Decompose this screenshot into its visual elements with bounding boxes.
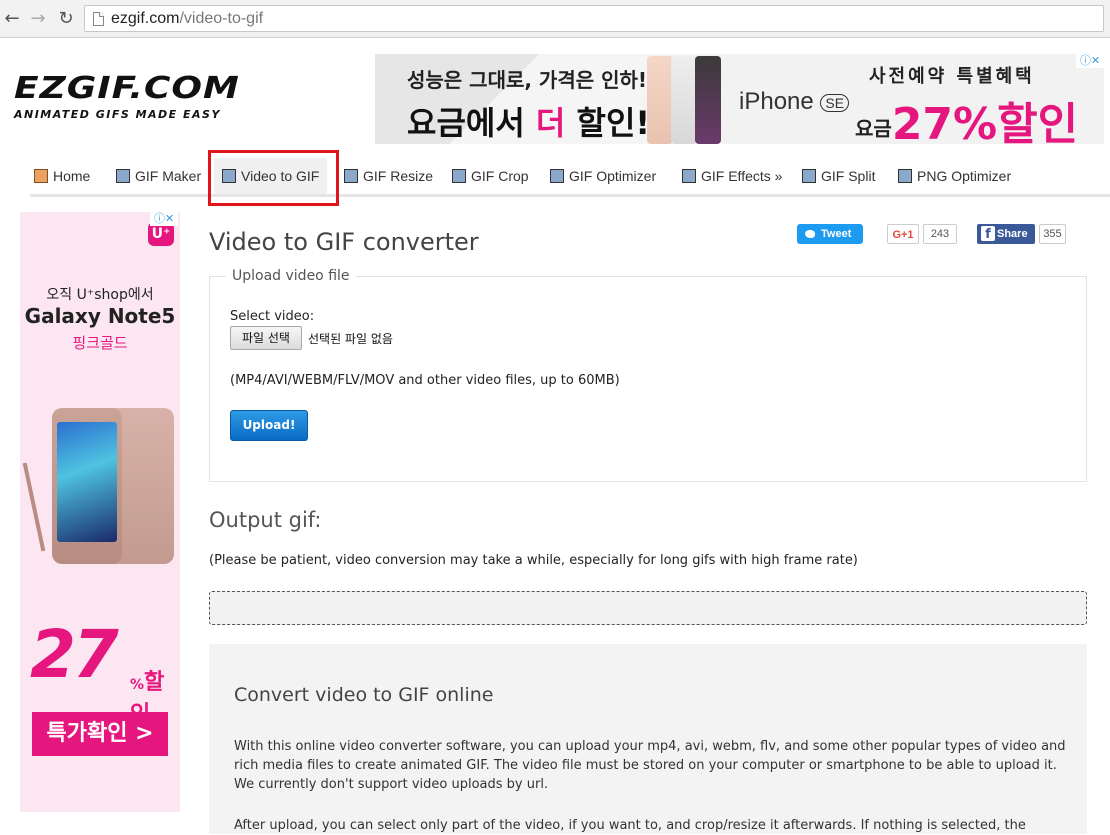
- png-icon: [898, 169, 912, 183]
- ad-promo-title: 사전예약 특별혜택: [869, 66, 1035, 87]
- ad-product: iPhone SE: [739, 88, 850, 116]
- ad-line2-pre: 요금에서: [407, 104, 536, 142]
- left-ad-banner[interactable]: U⁺ 오직 U⁺shop에서 Galaxy Note5 핑크골드 27 %할인 …: [20, 212, 180, 812]
- ad-product-badge: SE: [820, 93, 850, 112]
- ad-promo-number: 27%할인: [891, 99, 1079, 144]
- back-arrow-icon[interactable]: ←: [2, 9, 22, 29]
- browser-toolbar: ← → ↻ ezgif.com/video-to-gif: [0, 0, 1110, 38]
- info-paragraph-2: After upload, you can select only part o…: [234, 818, 1026, 833]
- info-section: Convert video to GIF online With this on…: [209, 644, 1087, 834]
- crop-icon: [452, 169, 466, 183]
- nav-gif-effects-label: GIF Effects »: [701, 168, 783, 184]
- nav-png-optimizer[interactable]: PNG Optimizer: [898, 158, 1011, 194]
- facebook-share-count: 355: [1039, 224, 1066, 244]
- address-bar[interactable]: ezgif.com/video-to-gif: [84, 5, 1104, 32]
- active-tab-highlight: [208, 150, 339, 206]
- forward-arrow-icon[interactable]: →: [28, 9, 48, 29]
- patience-note: (Please be patient, video conversion may…: [209, 553, 858, 568]
- info-title: Convert video to GIF online: [234, 684, 494, 706]
- ad-line2-post: 할인!: [565, 104, 650, 142]
- upload-form: Upload video file Select video: 파일 선택 선택…: [209, 268, 1087, 482]
- main-nav: Home GIF Maker Video to GIF GIF Resize G…: [30, 158, 1110, 197]
- ad-promo-value: 요금27%할인: [855, 88, 1078, 144]
- nav-home[interactable]: Home: [34, 158, 90, 194]
- info-paragraph-1: With this online video converter softwar…: [234, 739, 1066, 792]
- effects-icon: [682, 169, 696, 183]
- nav-gif-optimizer[interactable]: GIF Optimizer: [550, 158, 656, 194]
- gplus-count: 243: [923, 224, 957, 244]
- phone-front-image: [52, 408, 122, 564]
- gplus-button[interactable]: G+1: [887, 224, 919, 244]
- output-area: [209, 591, 1087, 625]
- ad-product-name: iPhone: [739, 88, 814, 115]
- upload-button[interactable]: Upload!: [230, 410, 308, 441]
- nav-gif-maker-label: GIF Maker: [135, 168, 202, 184]
- house-icon: [34, 169, 48, 183]
- film-icon: [116, 169, 130, 183]
- nav-gif-effects[interactable]: GIF Effects »: [682, 158, 782, 194]
- tweet-button[interactable]: Tweet: [797, 224, 863, 244]
- logo-title: EZGIF.COM: [14, 70, 240, 106]
- select-video-label: Select video:: [230, 309, 315, 324]
- file-status: 선택된 파일 없음: [308, 332, 393, 346]
- file-choose-button[interactable]: 파일 선택: [230, 326, 302, 350]
- nav-gif-maker[interactable]: GIF Maker: [116, 158, 201, 194]
- left-ad-big-number: 27: [30, 616, 119, 693]
- nav-home-label: Home: [53, 168, 91, 184]
- nav-divider: [30, 194, 1110, 197]
- output-title: Output gif:: [209, 508, 322, 532]
- url-host: ezgif.com: [111, 10, 180, 27]
- logo-tagline: ANIMATED GIFS MADE EASY: [14, 108, 221, 121]
- facebook-share-button[interactable]: Share: [977, 224, 1035, 244]
- adchoices-icon[interactable]: ⓘ✕: [150, 212, 178, 226]
- nav-gif-resize-label: GIF Resize: [363, 168, 434, 184]
- nav-gif-resize[interactable]: GIF Resize: [344, 158, 433, 194]
- optimize-icon: [550, 169, 564, 183]
- upload-legend: Upload video file: [226, 268, 356, 284]
- url-path: /video-to-gif: [179, 10, 264, 27]
- site-logo[interactable]: EZGIF.COM ANIMATED GIFS MADE EASY: [14, 70, 244, 121]
- nav-gif-crop[interactable]: GIF Crop: [452, 158, 529, 194]
- ad-line1: 성능은 그대로, 가격은 인하!: [407, 68, 648, 92]
- ad-line2-highlight: 더: [535, 104, 566, 142]
- nav-gif-split-label: GIF Split: [821, 168, 876, 184]
- formats-hint: (MP4/AVI/WEBM/FLV/MOV and other video fi…: [230, 373, 620, 388]
- stylus-image: [22, 462, 46, 552]
- left-ad-line3: 핑크골드: [72, 334, 128, 352]
- split-icon: [802, 169, 816, 183]
- page-title: Video to GIF converter: [209, 228, 479, 256]
- left-ad-sale-prefix: %: [130, 677, 145, 693]
- nav-gif-optimizer-label: GIF Optimizer: [569, 168, 657, 184]
- top-ad-banner[interactable]: 성능은 그대로, 가격은 인하! 요금에서 더 할인! iPhone SE 사전…: [375, 54, 1104, 144]
- url-text: ezgif.com/video-to-gif: [111, 10, 263, 28]
- ad-promo-prefix: 요금: [855, 116, 892, 141]
- adchoices-icon[interactable]: ⓘ✕: [1076, 54, 1104, 68]
- nav-gif-crop-label: GIF Crop: [471, 168, 529, 184]
- left-ad-line2: Galaxy Note5: [24, 304, 176, 328]
- nav-png-optimizer-label: PNG Optimizer: [917, 168, 1012, 184]
- page-icon: [93, 12, 104, 26]
- left-ad-line1: 오직 U⁺shop에서: [46, 287, 154, 303]
- nav-gif-split[interactable]: GIF Split: [802, 158, 875, 194]
- left-ad-button[interactable]: 특가확인 >: [32, 712, 168, 756]
- ad-line2: 요금에서 더 할인!: [407, 98, 650, 144]
- reload-icon[interactable]: ↻: [56, 9, 76, 29]
- iphone-image: [647, 56, 737, 144]
- resize-icon: [344, 169, 358, 183]
